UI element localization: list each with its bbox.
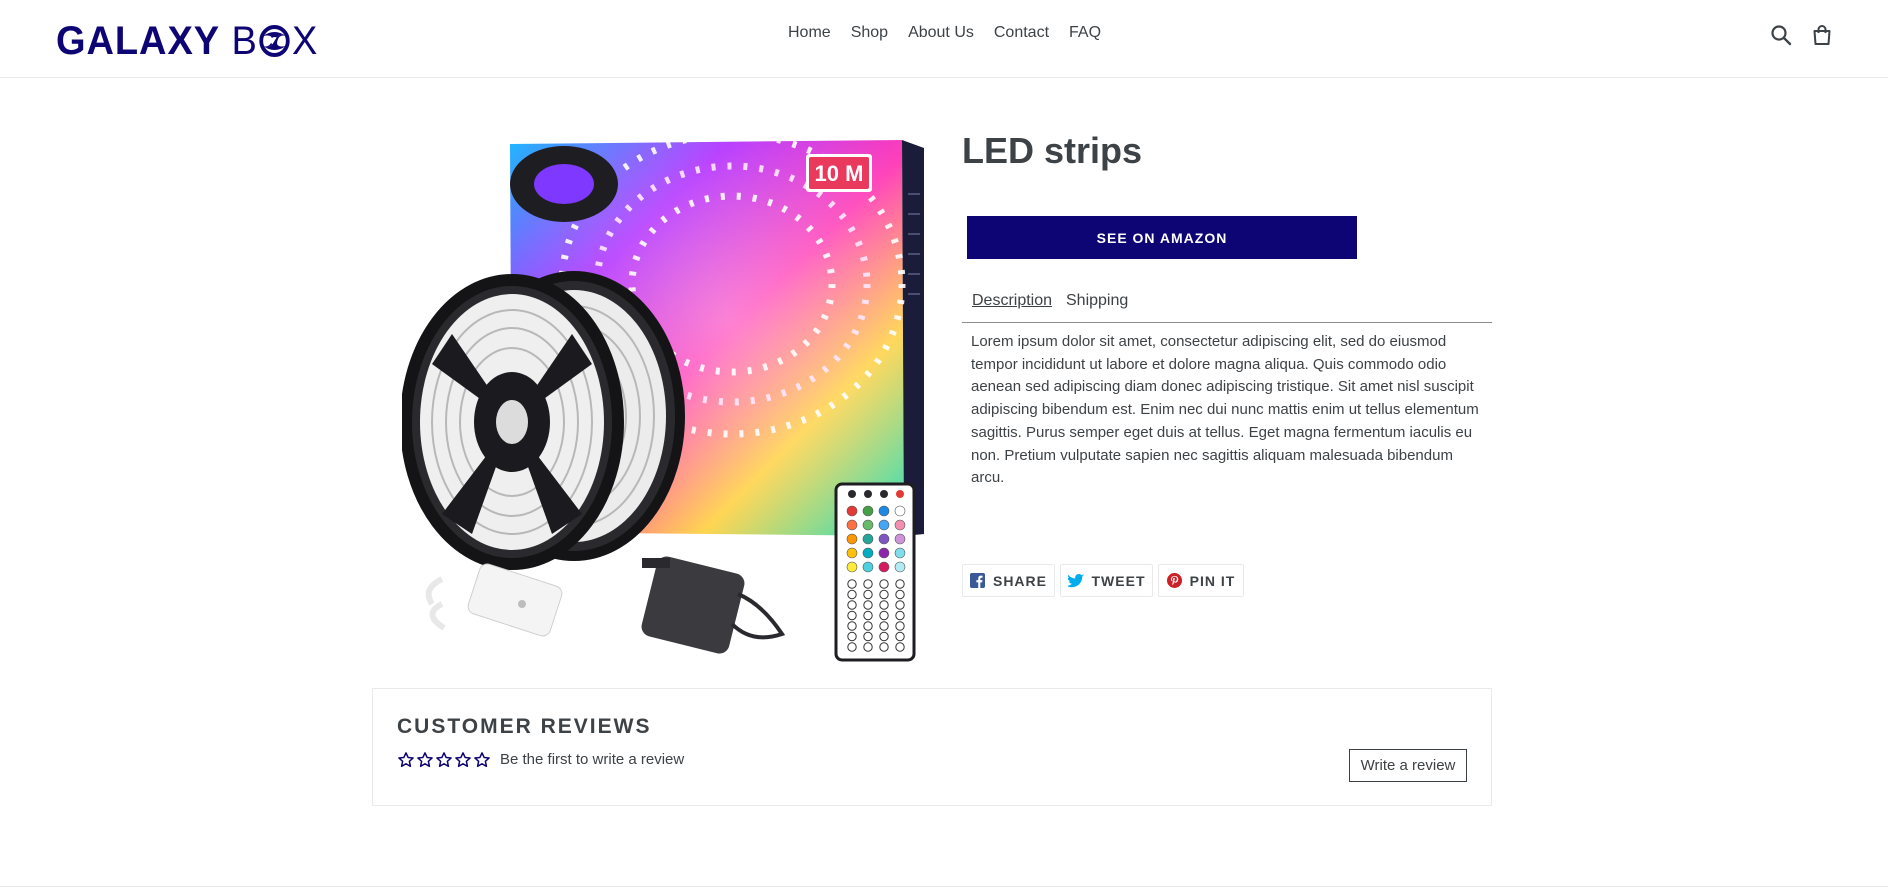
led-strip-kit-illustration: 10 M: [400, 130, 924, 662]
nav-faq[interactable]: FAQ: [1069, 24, 1101, 42]
see-on-amazon-button[interactable]: SEE ON AMAZON: [967, 216, 1357, 259]
nav-contact[interactable]: Contact: [994, 24, 1049, 42]
galaxy-swirl-icon: [259, 25, 291, 57]
product-title: LED strips: [962, 130, 1143, 171]
star-icon: [398, 752, 414, 768]
nav-home[interactable]: Home: [788, 24, 831, 42]
star-icon: [474, 752, 490, 768]
footer-divider: [0, 886, 1888, 887]
reviews-title: CUSTOMER REVIEWS: [397, 715, 652, 738]
share-pinterest-label: PIN IT: [1189, 572, 1236, 589]
cart-icon[interactable]: [1811, 24, 1835, 48]
search-icon[interactable]: [1770, 24, 1794, 48]
rating-stars: [397, 751, 491, 769]
product-tabs: Description Shipping: [962, 290, 1492, 323]
tab-description[interactable]: Description: [972, 292, 1052, 310]
pinterest-icon: [1166, 573, 1182, 588]
tab-shipping[interactable]: Shipping: [1066, 292, 1128, 310]
first-review-text: Be the first to write a review: [500, 751, 685, 768]
write-review-button[interactable]: Write a review: [1349, 749, 1467, 782]
product-image[interactable]: 10 M: [400, 130, 930, 664]
product-description: Lorem ipsum dolor sit amet, consectetur …: [971, 333, 1479, 487]
logo-word-box: B X: [231, 19, 318, 64]
facebook-icon: [969, 573, 985, 588]
share-facebook-label: SHARE: [992, 572, 1047, 589]
star-icon: [455, 752, 471, 768]
logo-letter-x: X: [291, 18, 319, 63]
nav-shop[interactable]: Shop: [851, 24, 888, 42]
customer-reviews-section: CUSTOMER REVIEWS Be the first to write a…: [372, 688, 1492, 806]
galaxy-box-logo[interactable]: GALAXY B X: [56, 17, 318, 65]
star-icon: [417, 752, 433, 768]
site-header: GALAXY B X Home Shop About Us Contact FA…: [0, 0, 1888, 78]
share-twitter-label: TWEET: [1091, 572, 1146, 589]
share-facebook-button[interactable]: SHARE: [962, 564, 1055, 597]
main-nav: Home Shop About Us Contact FAQ: [788, 24, 1101, 42]
logo-letter-b: B: [231, 18, 258, 63]
nav-about-us[interactable]: About Us: [908, 24, 974, 42]
star-icon: [436, 752, 452, 768]
share-pinterest-button[interactable]: PIN IT: [1158, 564, 1244, 597]
share-twitter-button[interactable]: TWEET: [1060, 564, 1153, 597]
badge-10m-text: 10 M: [815, 161, 864, 186]
twitter-icon: [1067, 573, 1084, 587]
logo-word-galaxy: GALAXY: [56, 18, 221, 63]
